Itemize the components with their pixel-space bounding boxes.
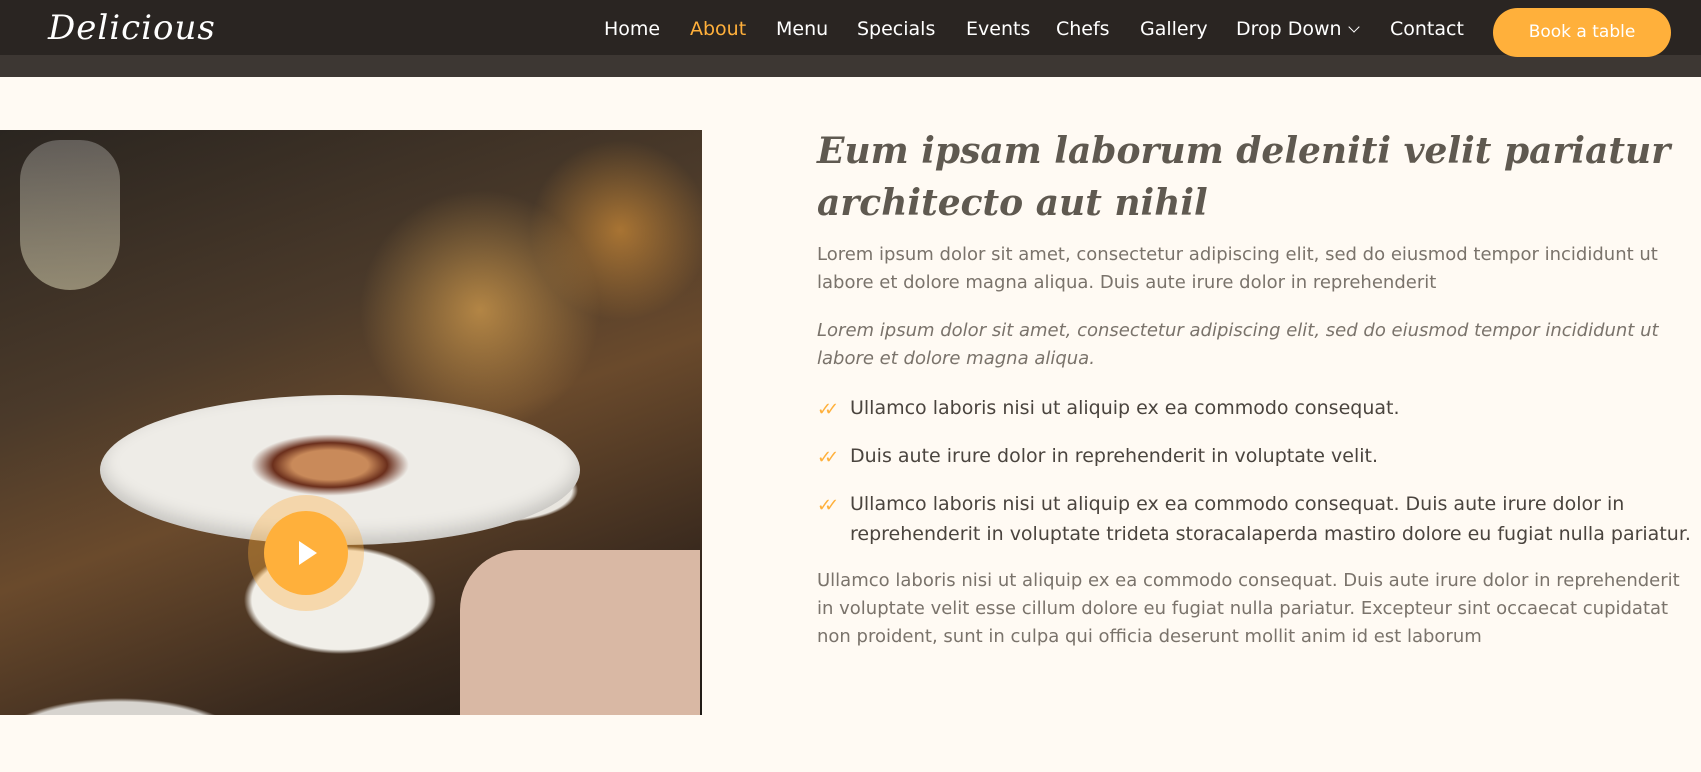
double-check-icon: ✓✓ — [817, 447, 839, 468]
nav-item-home[interactable]: Home — [604, 17, 660, 41]
restaurant-photo — [0, 130, 702, 715]
nav-item-chefs[interactable]: Chefs — [1056, 17, 1110, 41]
list-item: ✓✓ Duis aute irure dolor in reprehenderi… — [817, 441, 1697, 471]
nav-item-dropdown-label: Drop Down — [1236, 18, 1342, 40]
nav-item-specials[interactable]: Specials — [857, 17, 935, 41]
nav-item-menu[interactable]: Menu — [776, 17, 828, 41]
nav-item-dropdown[interactable]: Drop Down — [1236, 17, 1360, 41]
checklist-text: Ullamco laboris nisi ut aliquip ex ea co… — [850, 397, 1400, 419]
double-check-icon: ✓✓ — [817, 495, 839, 516]
nav-item-about[interactable]: About — [690, 17, 746, 41]
food-image — [240, 430, 420, 500]
double-check-icon: ✓✓ — [817, 399, 839, 420]
headline-regular: Eum ipsam laborum deleniti — [817, 130, 1404, 172]
about-headline: Eum ipsam laborum deleniti velit pariatu… — [817, 125, 1697, 229]
book-table-button[interactable]: Book a table — [1493, 8, 1671, 57]
nav-item-contact[interactable]: Contact — [1390, 17, 1464, 41]
wine-glass-image — [20, 140, 120, 290]
checklist-text: Duis aute irure dolor in reprehenderit i… — [850, 445, 1379, 467]
main-nav: Home About Menu Specials Events Chefs Ga… — [0, 0, 1701, 57]
list-item: ✓✓ Ullamco laboris nisi ut aliquip ex ea… — [817, 489, 1697, 549]
about-content: Eum ipsam laborum deleniti velit pariatu… — [817, 125, 1697, 651]
about-paragraph-1: Lorem ipsum dolor sit amet, consectetur … — [817, 244, 1658, 293]
nav-item-gallery[interactable]: Gallery — [1140, 17, 1208, 41]
about-paragraph-2: Ullamco laboris nisi ut aliquip ex ea co… — [817, 570, 1680, 647]
header-strip — [0, 55, 1701, 77]
hand-image — [460, 550, 700, 715]
list-item: ✓✓ Ullamco laboris nisi ut aliquip ex ea… — [817, 393, 1697, 423]
chevron-down-icon — [1347, 21, 1360, 33]
nav-item-events[interactable]: Events — [966, 17, 1030, 41]
checklist-text: Ullamco laboris nisi ut aliquip ex ea co… — [850, 493, 1691, 545]
about-checklist: ✓✓ Ullamco laboris nisi ut aliquip ex ea… — [817, 393, 1697, 549]
play-icon[interactable] — [264, 511, 348, 595]
about-paragraph-italic: Lorem ipsum dolor sit amet, consectetur … — [817, 320, 1659, 369]
